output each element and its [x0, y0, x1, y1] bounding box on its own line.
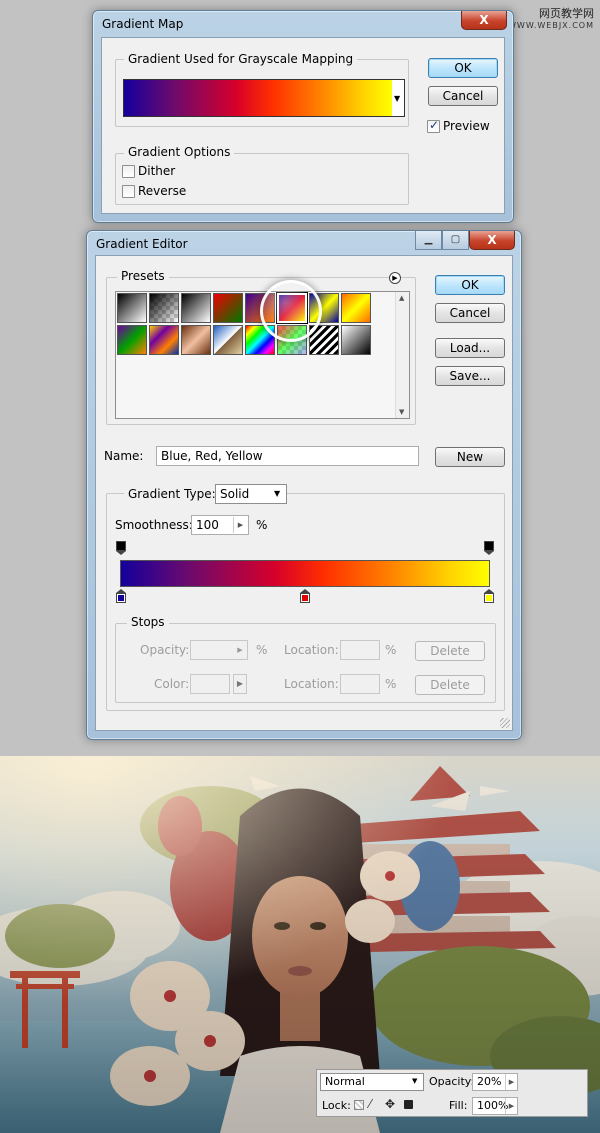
opacity-stop-right[interactable] — [484, 541, 494, 555]
color-swatch-field[interactable] — [190, 674, 230, 694]
color-location-field[interactable] — [340, 674, 380, 694]
layers-palette-strip: Normal ▼ Opacity: 20% ▶ Lock: ⁄ ✥ Fill: … — [316, 1069, 588, 1117]
lock-all-icon[interactable] — [404, 1100, 413, 1109]
chevron-down-icon: ▼ — [412, 1077, 418, 1085]
color-location-label: Location: — [284, 677, 339, 691]
stop-color-swatch — [302, 595, 308, 601]
minimize-button[interactable]: ▁ — [415, 231, 442, 250]
magnifier-highlight — [260, 280, 322, 342]
opacity-stop-left[interactable] — [116, 541, 126, 555]
preset-swatch-black-white-2[interactable] — [341, 325, 371, 355]
opacity-location-unit: % — [385, 643, 397, 657]
smoothness-stepper[interactable]: ▶ — [233, 517, 247, 533]
gradient-options-label: Gradient Options — [124, 145, 235, 159]
save-button[interactable]: Save... — [435, 366, 505, 386]
preset-swatch-yellow-violet-orange-blue[interactable] — [149, 325, 179, 355]
ok-button[interactable]: OK — [435, 275, 505, 295]
reverse-label: Reverse — [138, 184, 187, 198]
scroll-down-icon[interactable]: ▼ — [399, 408, 404, 416]
maximize-button[interactable]: ▢ — [442, 231, 469, 250]
gradient-editor-dialog: Gradient Editor ▁ ▢ X Presets ▶ ▲ ▼ OK C… — [86, 230, 522, 740]
stop-color-swatch — [486, 595, 492, 601]
color-stop-right[interactable] — [484, 589, 494, 604]
preview-checkbox[interactable] — [427, 118, 440, 133]
lock-move-icon[interactable]: ✥ — [385, 1097, 395, 1111]
chevron-down-icon: ▼ — [274, 489, 281, 498]
dialog-body: Gradient Used for Grayscale Mapping ▼ OK… — [101, 37, 505, 214]
opacity-slider-button[interactable]: ▶ — [505, 1074, 517, 1090]
dither-label: Dither — [138, 164, 176, 178]
gradient-bar[interactable] — [120, 560, 490, 587]
smoothness-unit: % — [256, 518, 268, 532]
gradient-map-dialog: Gradient Map X Gradient Used for Graysca… — [92, 10, 514, 223]
cancel-button[interactable]: Cancel — [435, 303, 505, 323]
opacity-label: Opacity: — [429, 1075, 475, 1088]
watermark-line1: 网页教学网 — [539, 7, 594, 20]
opacity-location-label: Location: — [284, 643, 339, 657]
lock-transparent-icon[interactable] — [354, 1100, 364, 1110]
ok-button[interactable]: OK — [428, 58, 498, 78]
lock-label: Lock: — [322, 1099, 351, 1112]
color-stop-left[interactable] — [116, 589, 126, 604]
color-label: Color: — [154, 677, 190, 691]
dialog-title: Gradient Map — [102, 17, 184, 31]
scroll-up-icon[interactable]: ▲ — [399, 294, 404, 302]
presets-menu-button[interactable]: ▶ — [389, 272, 401, 284]
stops-label: Stops — [127, 615, 169, 629]
fill-label: Fill: — [449, 1099, 468, 1112]
reverse-checkbox[interactable] — [122, 185, 135, 198]
preset-swatch-violet-green-orange[interactable] — [117, 325, 147, 355]
delete-color-stop-button[interactable]: Delete — [415, 675, 485, 695]
gradient-preview-swatch[interactable] — [123, 79, 393, 117]
lock-paint-icon[interactable]: ⁄ — [369, 1097, 371, 1111]
preset-swatch-copper[interactable] — [181, 325, 211, 355]
preset-swatch-red-green[interactable] — [213, 293, 243, 323]
stop-color-swatch — [118, 595, 124, 601]
preset-swatch-foreground-transparent[interactable] — [149, 293, 179, 323]
gradient-type-label: Gradient Type: — [124, 487, 220, 501]
delete-opacity-stop-button[interactable]: Delete — [415, 641, 485, 661]
preset-swatch-foreground-background[interactable] — [117, 293, 147, 323]
blend-mode-select[interactable]: Normal — [320, 1073, 424, 1091]
resize-grip-icon[interactable] — [500, 718, 510, 728]
preset-swatch-orange-yellow-orange[interactable] — [341, 293, 371, 323]
presets-scrollbar[interactable]: ▲ ▼ — [395, 292, 409, 418]
smoothness-label: Smoothness: — [115, 518, 193, 532]
fill-slider-button[interactable]: ▶ — [505, 1098, 517, 1114]
color-stop-mid[interactable] — [300, 589, 310, 604]
preview-label: Preview — [443, 119, 490, 133]
opacity-unit: % — [256, 643, 268, 657]
opacity-label: Opacity: — [140, 643, 190, 657]
preset-swatch-chrome[interactable] — [213, 325, 243, 355]
dither-checkbox[interactable] — [122, 165, 135, 178]
color-location-unit: % — [385, 677, 397, 691]
opacity-stepper[interactable]: ▶ — [233, 642, 247, 658]
presets-label: Presets — [117, 269, 169, 283]
dialog-title: Gradient Editor — [96, 237, 188, 251]
name-field[interactable]: Blue, Red, Yellow — [156, 446, 419, 466]
chevron-down-icon: ▼ — [394, 94, 401, 103]
cancel-button[interactable]: Cancel — [428, 86, 498, 106]
close-button[interactable]: X — [461, 11, 507, 30]
watermark: 网页教学网 WWW.WEBJX.COM — [508, 8, 594, 32]
new-button[interactable]: New — [435, 447, 505, 467]
close-button[interactable]: X — [469, 231, 515, 250]
gradient-used-label: Gradient Used for Grayscale Mapping — [124, 52, 358, 66]
presets-list: ▲ ▼ — [115, 280, 410, 419]
watermark-line2: WWW.WEBJX.COM — [508, 21, 594, 30]
preset-swatch-black-white[interactable] — [181, 293, 211, 323]
load-button[interactable]: Load... — [435, 338, 505, 358]
color-menu-button[interactable]: ▶ — [233, 674, 247, 694]
gradient-dropdown-button[interactable]: ▼ — [392, 79, 405, 117]
dialog-body: Presets ▶ ▲ ▼ OK Cancel Load... Save... … — [95, 255, 513, 731]
name-label: Name: — [104, 449, 144, 463]
opacity-location-field[interactable] — [340, 640, 380, 660]
